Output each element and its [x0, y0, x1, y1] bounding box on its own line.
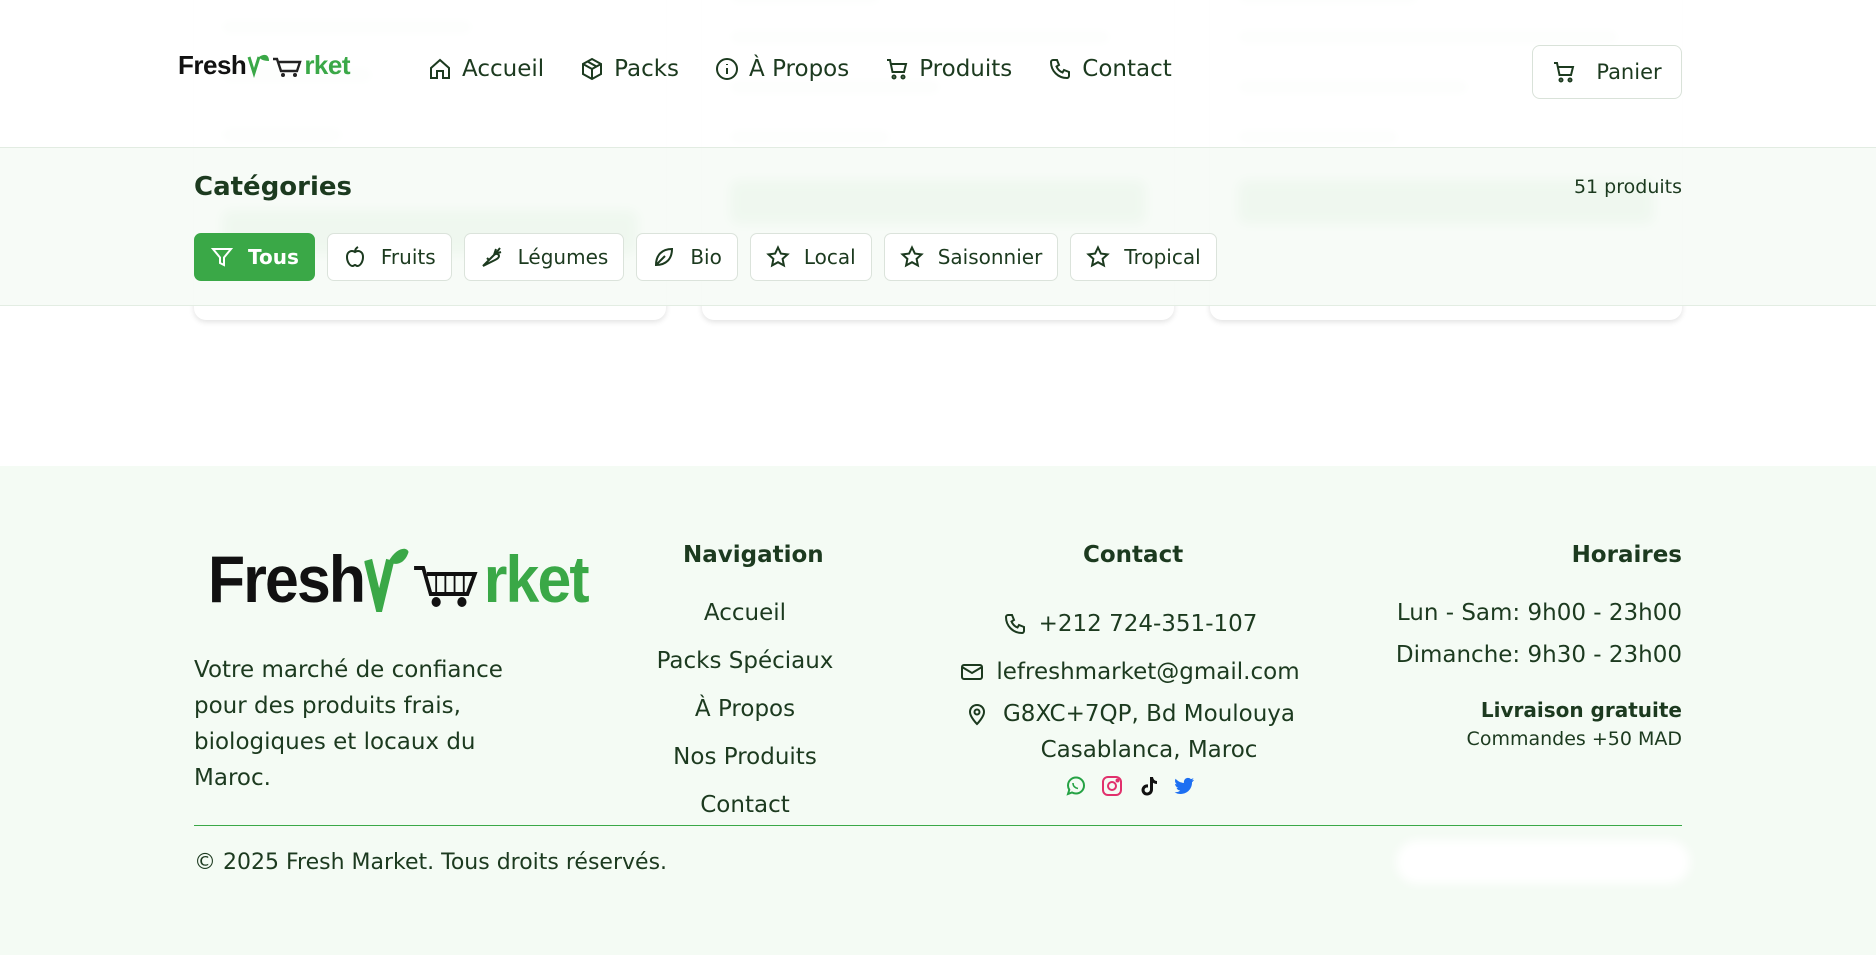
nav-label: Contact — [1082, 56, 1172, 82]
carrot-icon — [481, 247, 501, 267]
address-line-2: Casablanca, Maroc — [1040, 737, 1258, 763]
main-nav: Accueil Packs À Propos Produits Contact — [428, 56, 1172, 82]
social-links — [940, 774, 1320, 798]
logo-text-market: rket — [304, 50, 351, 80]
filter-icon — [210, 248, 234, 267]
free-delivery-label: Livraison gratuite — [1480, 698, 1682, 722]
min-order-label: Commandes +50 MAD — [1466, 728, 1682, 750]
chip-label: Fruits — [380, 245, 436, 269]
logo-text-market: rket — [483, 542, 590, 616]
nav-item-accueil[interactable]: Accueil — [428, 56, 544, 82]
cart-label: Panier — [1596, 60, 1662, 84]
footer-link-a-propos[interactable]: À Propos — [600, 696, 890, 744]
nav-item-a-propos[interactable]: À Propos — [715, 56, 849, 82]
site-logo[interactable]: Fresh rket — [178, 50, 351, 81]
whatsapp-icon[interactable] — [1064, 774, 1088, 798]
nav-item-produits[interactable]: Produits — [885, 56, 1012, 82]
contact-phone[interactable]: +212 724-351-107 — [940, 600, 1320, 648]
nav-label: Produits — [919, 56, 1013, 82]
chip-tous[interactable]: Tous — [194, 233, 315, 281]
chip-label: Tous — [248, 245, 299, 269]
footer-contact: +212 724-351-107 lefreshmarket@gmail.com… — [940, 600, 1320, 798]
info-icon — [716, 58, 739, 80]
tiktok-icon[interactable] — [1136, 774, 1160, 798]
categories-bar: Catégories 51 produits Tous Fruits Légum… — [0, 148, 1876, 306]
star-icon — [766, 245, 790, 268]
hours-title: Horaires — [1571, 542, 1682, 568]
leaf-icon — [655, 247, 674, 267]
blurred-overlay — [1396, 840, 1690, 884]
cart-icon — [1554, 62, 1575, 83]
nav-item-packs[interactable]: Packs — [580, 56, 679, 82]
twitter-icon[interactable] — [1172, 774, 1196, 798]
package-icon — [582, 57, 603, 81]
email-text: lefreshmarket@gmail.com — [996, 659, 1300, 685]
footer-nav-links: Accueil Packs Spéciaux À Propos Nos Prod… — [600, 600, 890, 840]
nav-label: À Propos — [749, 56, 850, 82]
chip-bio[interactable]: Bio — [636, 233, 738, 281]
footer-logo[interactable]: Fresh rket — [208, 542, 590, 616]
star-icon — [1086, 245, 1111, 268]
logo-cart-icon — [364, 548, 478, 612]
nav-item-contact[interactable]: Contact — [1048, 56, 1172, 82]
category-chips: Tous Fruits Légumes Bio Local Saisonnier… — [194, 233, 1217, 281]
chip-label: Local — [803, 245, 856, 269]
address-line-1: G8XC+7QP, Bd Moulouya — [1002, 701, 1296, 727]
chip-fruits[interactable]: Fruits — [326, 233, 452, 281]
contact-address: G8XC+7QP, Bd Moulouya Casablanca, Maroc — [940, 696, 1320, 768]
footer-hours: Lun - Sam: 9h00 - 23h00 Dimanche: 9h30 -… — [1396, 600, 1682, 750]
logo-text-fresh: Fresh — [208, 542, 366, 616]
phone-icon — [1050, 59, 1071, 80]
cart-icon — [887, 59, 908, 80]
footer-link-packs[interactable]: Packs Spéciaux — [600, 648, 890, 696]
cart-button[interactable]: Panier — [1532, 45, 1682, 99]
phone-text: +212 724-351-107 — [1038, 611, 1258, 637]
footer-divider — [194, 825, 1682, 826]
mail-icon — [961, 664, 984, 680]
chip-tropical[interactable]: Tropical — [1070, 233, 1217, 281]
map-pin-icon — [968, 703, 985, 726]
site-header: Fresh rket Accueil Packs À Propos Produi… — [0, 0, 1876, 148]
hours-weekdays: Lun - Sam: 9h00 - 23h00 — [1396, 600, 1682, 626]
hours-sunday: Dimanche: 9h30 - 23h00 — [1395, 642, 1682, 668]
logo-cart-icon — [247, 54, 302, 78]
logo-text-fresh: Fresh — [178, 50, 247, 80]
categories-title: Catégories — [194, 172, 353, 202]
chip-label: Légumes — [517, 245, 609, 269]
footer-link-contact[interactable]: Contact — [600, 792, 890, 840]
phone-icon — [1004, 614, 1025, 635]
nav-label: Accueil — [462, 56, 545, 82]
chip-saisonnier[interactable]: Saisonnier — [883, 233, 1059, 281]
star-icon — [899, 245, 924, 268]
chip-local[interactable]: Local — [749, 233, 872, 281]
contact-title: Contact — [1083, 542, 1184, 568]
apple-icon — [345, 246, 364, 268]
home-icon — [430, 58, 450, 79]
chip-legumes[interactable]: Légumes — [463, 233, 625, 281]
instagram-icon[interactable] — [1100, 774, 1124, 798]
contact-email[interactable]: lefreshmarket@gmail.com — [940, 648, 1320, 696]
copyright-text: © 2025 Fresh Market. Tous droits réservé… — [194, 850, 668, 875]
nav-label: Packs — [614, 56, 680, 82]
chip-label: Saisonnier — [937, 245, 1043, 269]
chip-label: Bio — [690, 245, 722, 269]
navigation-title: Navigation — [683, 542, 824, 568]
product-count: 51 produits — [1573, 176, 1682, 198]
chip-label: Tropical — [1124, 245, 1201, 269]
footer-link-produits[interactable]: Nos Produits — [600, 744, 890, 792]
footer-description: Votre marché de confiance pour des produ… — [194, 657, 503, 791]
footer-link-accueil[interactable]: Accueil — [600, 600, 890, 648]
site-footer: Fresh rket Votre marché de confiance pou… — [0, 466, 1876, 955]
